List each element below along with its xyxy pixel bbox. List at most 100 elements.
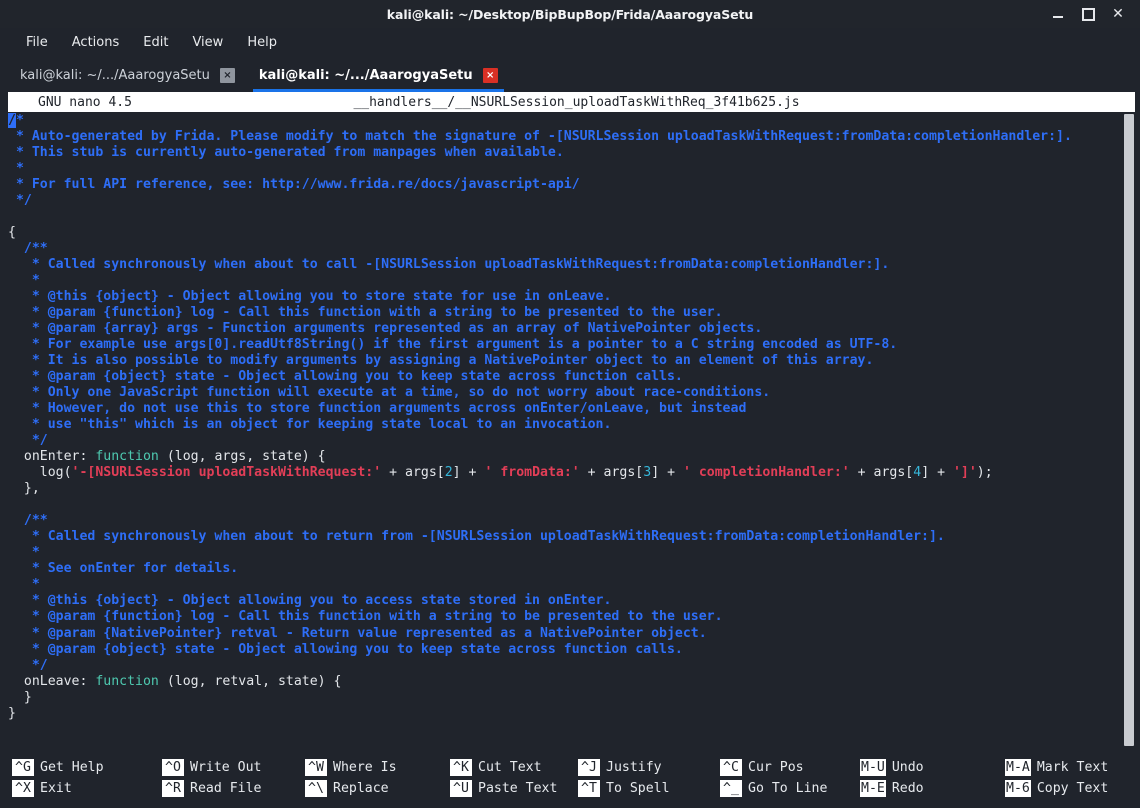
shortcut-exit[interactable]: ^X Exit bbox=[12, 779, 162, 798]
window-controls: ✕ bbox=[1050, 0, 1132, 28]
shortcut-column: M-A Mark Text M-6 Copy Text bbox=[1005, 758, 1108, 808]
shortcut-label: Go To Line bbox=[748, 781, 828, 796]
shortcut-label: Exit bbox=[40, 781, 72, 796]
code-line: * It is also possible to modify argument… bbox=[8, 353, 874, 369]
menu-item-actions[interactable]: Actions bbox=[60, 32, 132, 53]
shortcut-redo[interactable]: M-E Redo bbox=[860, 779, 1005, 798]
shortcut-copy-text[interactable]: M-6 Copy Text bbox=[1005, 779, 1108, 798]
shortcut-column: ^K Cut Text ^U Paste Text bbox=[450, 758, 578, 808]
shortcut-cut-text[interactable]: ^K Cut Text bbox=[450, 758, 578, 777]
title-bar: kali@kali: ~/Desktop/BipBupBop/Frida/Aaa… bbox=[0, 0, 1140, 28]
code-line: /** bbox=[8, 513, 48, 529]
code-line: * @param {function} log - Call this func… bbox=[8, 305, 723, 321]
code-line: */ bbox=[8, 193, 32, 209]
minimize-icon[interactable] bbox=[1050, 6, 1066, 22]
shortcut-column: ^G Get Help ^X Exit bbox=[12, 758, 162, 808]
code-line: /** bbox=[8, 241, 48, 257]
shortcut-read-file[interactable]: ^R Read File bbox=[162, 779, 305, 798]
shortcut-label: Cut Text bbox=[478, 760, 542, 775]
code-line: }, bbox=[8, 481, 40, 497]
shortcut-column: ^O Write Out ^R Read File bbox=[162, 758, 305, 808]
code-line: * bbox=[8, 161, 24, 177]
code-line: { bbox=[8, 225, 16, 241]
shortcut-mark-text[interactable]: M-A Mark Text bbox=[1005, 758, 1108, 777]
shortcut-label: Redo bbox=[891, 781, 924, 796]
shortcut-replace[interactable]: ^\ Replace bbox=[305, 779, 450, 798]
code-line: * @param {object} state - Object allowin… bbox=[8, 641, 683, 657]
shortcut-key: M-6 bbox=[1005, 780, 1031, 797]
close-icon[interactable]: ✕ bbox=[1110, 6, 1126, 22]
shortcut-label: Justify bbox=[606, 760, 662, 775]
code-line: onEnter: function (log, args, state) { bbox=[8, 449, 326, 465]
shortcut-go-to-line[interactable]: ^_ Go To Line bbox=[720, 779, 860, 798]
code-line: * For example use args[0].readUtf8String… bbox=[8, 337, 898, 353]
tab-label: kali@kali: ~/.../AaarogyaSetu bbox=[20, 67, 210, 83]
shortcut-to-spell[interactable]: ^T To Spell bbox=[578, 779, 720, 798]
shortcut-where-is[interactable]: ^W Where Is bbox=[305, 758, 450, 777]
menu-item-edit[interactable]: Edit bbox=[131, 32, 180, 53]
shortcut-justify[interactable]: ^J Justify bbox=[578, 758, 720, 777]
nano-title-bar: GNU nano 4.5 __handlers__/__NSURLSession… bbox=[8, 92, 1135, 112]
shortcut-get-help[interactable]: ^G Get Help bbox=[12, 758, 162, 777]
editor-scrollbar[interactable] bbox=[1123, 112, 1135, 750]
code-line: * Called synchronously when about to ret… bbox=[8, 529, 945, 545]
shortcut-key: ^T bbox=[578, 780, 600, 797]
tab-close-icon[interactable]: × bbox=[219, 67, 235, 83]
shortcut-column: ^W Where Is ^\ Replace bbox=[305, 758, 450, 808]
shortcut-label: To Spell bbox=[606, 781, 670, 796]
tab-close-icon[interactable]: × bbox=[482, 67, 498, 83]
tab-bar: kali@kali: ~/.../AaarogyaSetu × kali@kal… bbox=[0, 56, 1140, 92]
code-line: } bbox=[8, 705, 16, 721]
shortcut-column: ^C Cur Pos ^_ Go To Line bbox=[720, 758, 860, 808]
shortcut-paste-text[interactable]: ^U Paste Text bbox=[450, 779, 578, 798]
code-line: * For full API reference, see: http://ww… bbox=[8, 177, 580, 193]
menu-item-view[interactable]: View bbox=[180, 32, 235, 53]
terminal-window: kali@kali: ~/Desktop/BipBupBop/Frida/Aaa… bbox=[0, 0, 1140, 808]
shortcut-key: ^\ bbox=[305, 780, 327, 797]
code-line: * @param {function} log - Call this func… bbox=[8, 609, 723, 625]
shortcut-label: Copy Text bbox=[1036, 781, 1109, 796]
nano-filename-label: __handlers__/__NSURLSession_uploadTaskWi… bbox=[353, 94, 800, 110]
code-line: } bbox=[8, 689, 32, 705]
shortcut-column: M-U Undo M-E Redo bbox=[860, 758, 1005, 808]
shortcut-undo[interactable]: M-U Undo bbox=[860, 758, 1005, 777]
code-line: * bbox=[8, 577, 40, 593]
tab-0[interactable]: kali@kali: ~/.../AaarogyaSetu × bbox=[8, 58, 247, 92]
code-line: * @param {NativePointer} retval - Return… bbox=[8, 625, 707, 641]
shortcut-key: ^_ bbox=[720, 780, 742, 797]
code-line: * bbox=[8, 545, 40, 561]
code-line: * Only one JavaScript function will exec… bbox=[8, 385, 771, 401]
shortcut-label: Undo bbox=[891, 760, 924, 775]
code-line: * However, do not use this to store func… bbox=[8, 401, 747, 417]
shortcut-key: ^U bbox=[450, 780, 472, 797]
code-line: onLeave: function (log, retval, state) { bbox=[8, 673, 342, 689]
nano-shortcut-bar: ^G Get Help ^X Exit ^O Write Out ^R Read File ^W… bbox=[0, 750, 1140, 808]
shortcut-label: Cur Pos bbox=[748, 760, 804, 775]
shortcut-key: ^J bbox=[578, 759, 600, 776]
shortcut-key: ^W bbox=[305, 759, 327, 776]
scrollbar-thumb[interactable] bbox=[1124, 114, 1134, 746]
shortcut-cur-pos[interactable]: ^C Cur Pos bbox=[720, 758, 860, 777]
maximize-icon[interactable] bbox=[1080, 6, 1096, 22]
shortcut-label: Get Help bbox=[40, 760, 104, 775]
code-line: log('-[NSURLSession uploadTaskWithReques… bbox=[8, 465, 993, 481]
shortcut-label: Write Out bbox=[190, 760, 262, 775]
code-line: * bbox=[8, 273, 40, 289]
code-line: * @param {object} state - Object allowin… bbox=[8, 369, 683, 385]
code-line: */ bbox=[8, 433, 48, 449]
editor-area[interactable]: /* * Auto-generated by Frida. Please mod… bbox=[0, 112, 1140, 750]
code-line: * use "this" which is an object for keep… bbox=[8, 417, 612, 433]
menu-item-help[interactable]: Help bbox=[235, 32, 289, 53]
shortcut-label: Mark Text bbox=[1036, 760, 1109, 775]
code-line: * This stub is currently auto-generated … bbox=[8, 145, 564, 161]
code-line: /* bbox=[8, 113, 24, 128]
shortcut-column: ^J Justify ^T To Spell bbox=[578, 758, 720, 808]
code-line: * Called synchronously when about to cal… bbox=[8, 257, 890, 273]
shortcut-label: Read File bbox=[190, 781, 262, 796]
code-content[interactable]: /* * Auto-generated by Frida. Please mod… bbox=[8, 112, 1140, 722]
tab-1[interactable]: kali@kali: ~/.../AaarogyaSetu × bbox=[247, 58, 510, 92]
shortcut-write-out[interactable]: ^O Write Out bbox=[162, 758, 305, 777]
menu-item-file[interactable]: File bbox=[14, 32, 60, 53]
